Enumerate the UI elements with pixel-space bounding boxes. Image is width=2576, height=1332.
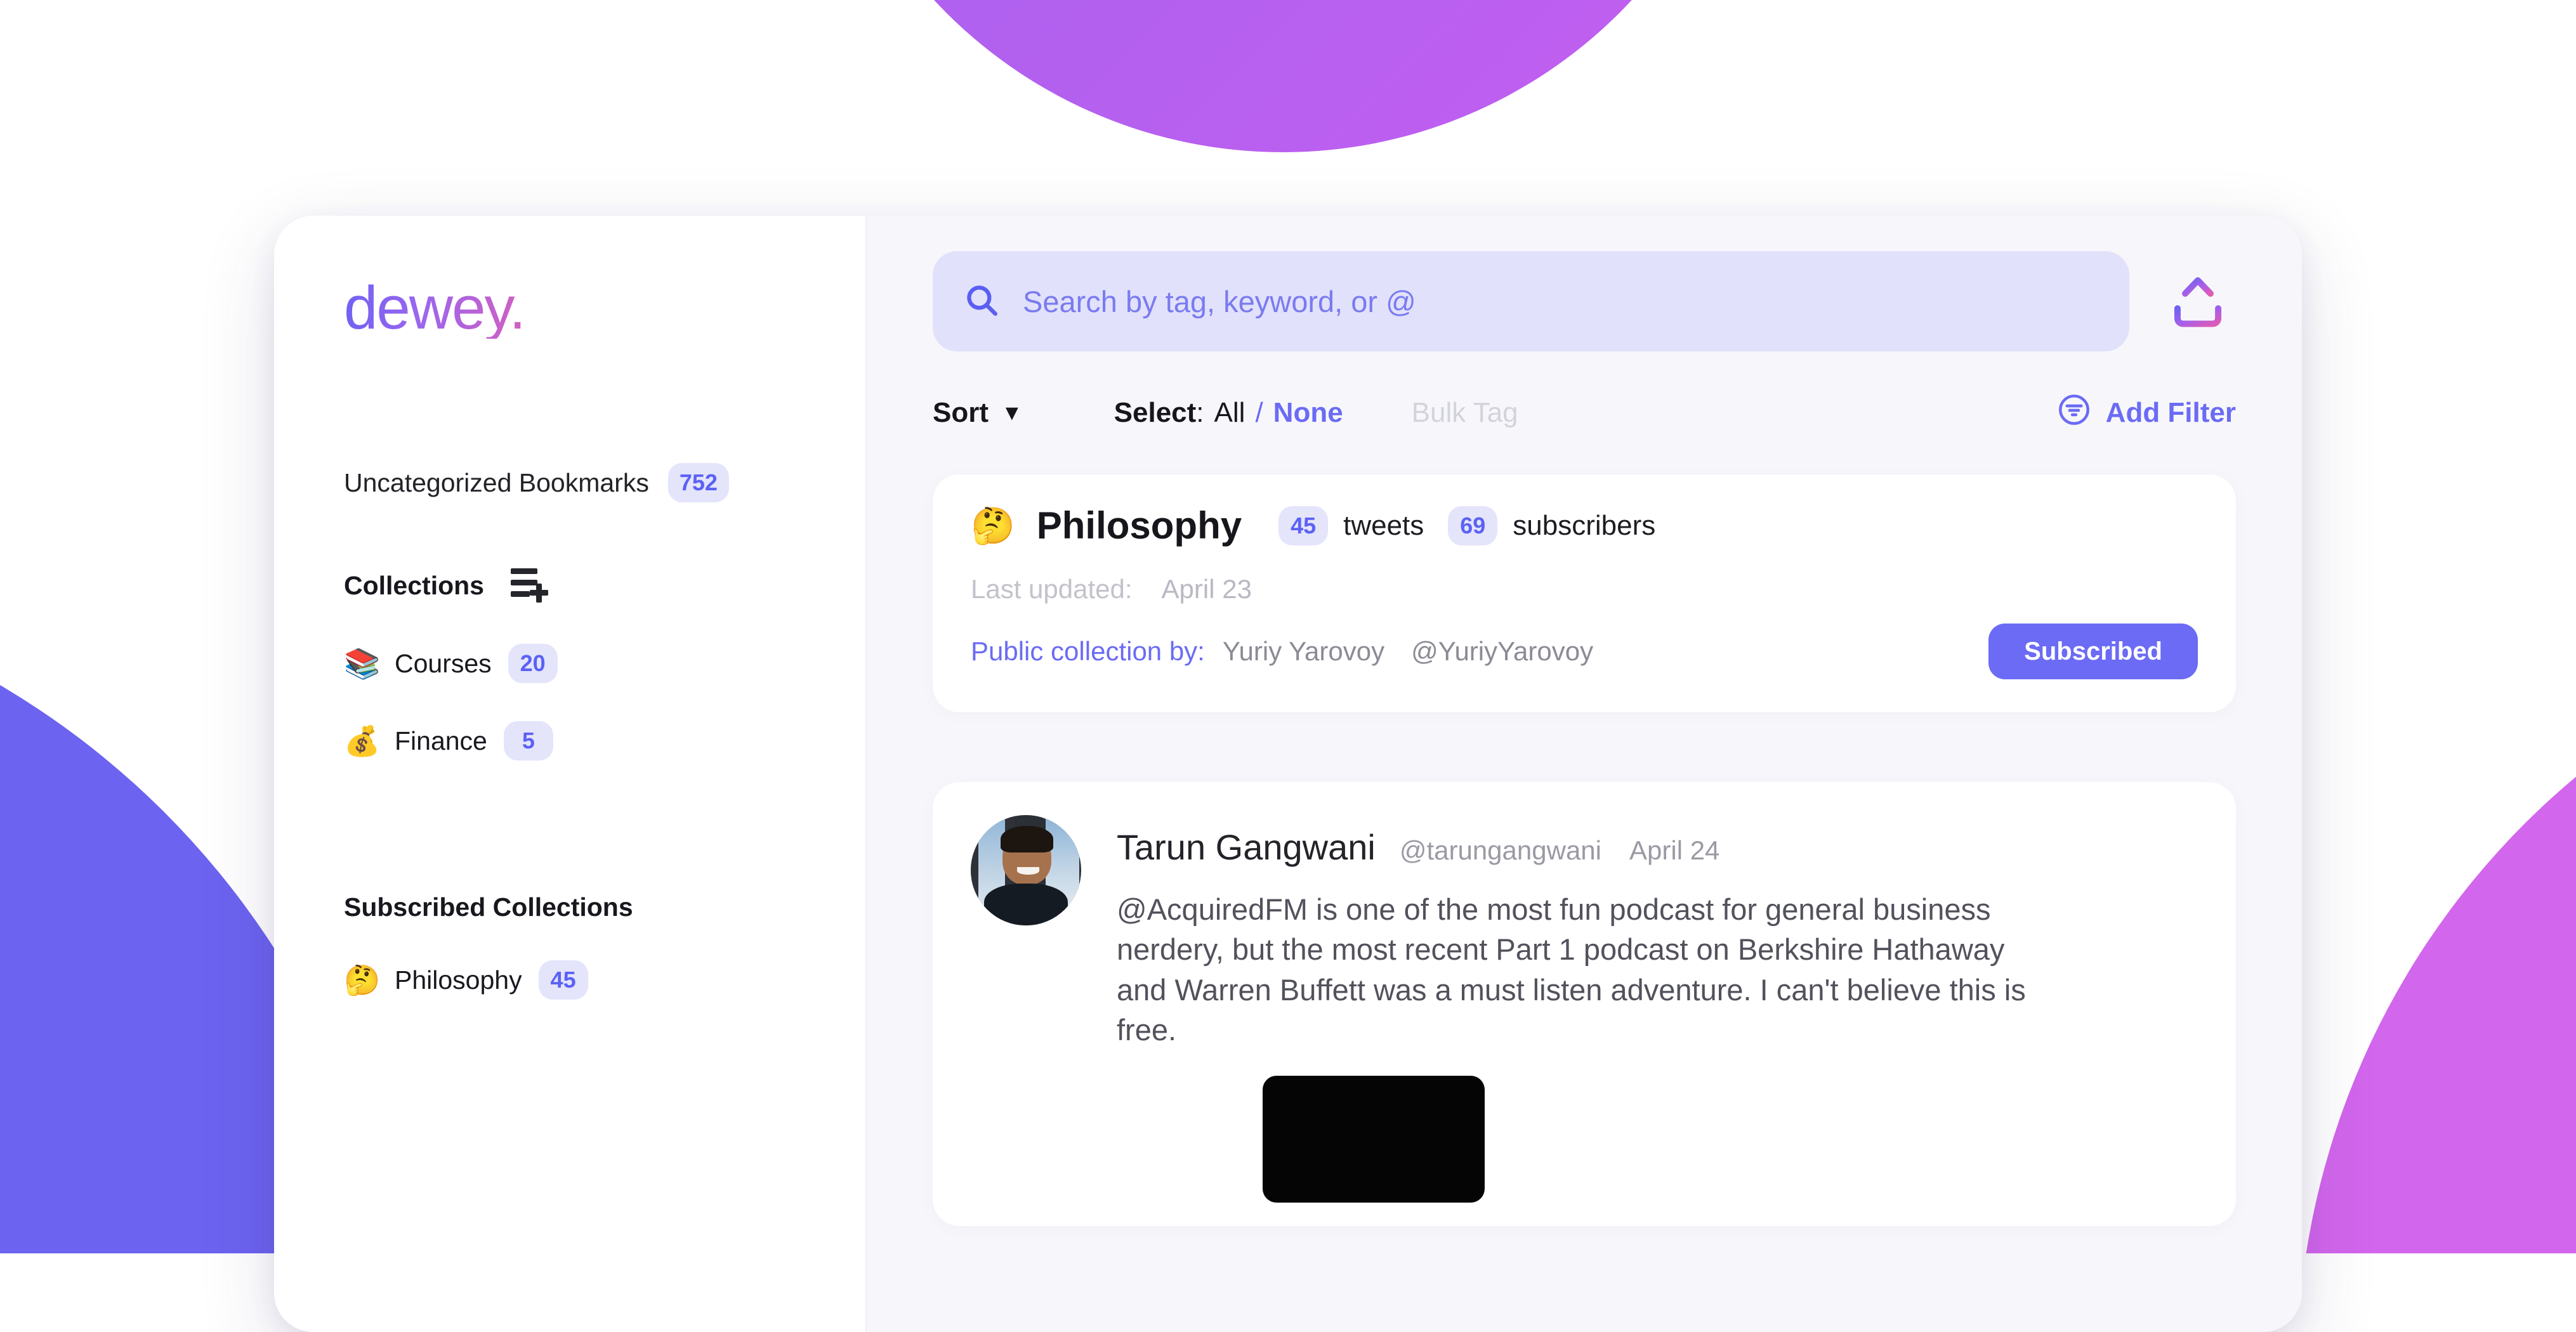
money-bag-emoji: 💰 xyxy=(344,726,378,755)
books-emoji: 📚 xyxy=(344,649,378,678)
tweet-date: April 24 xyxy=(1629,835,1719,866)
list-toolbar: Sort ▼ Select: All / None Bulk Tag xyxy=(933,391,2236,435)
last-updated-label: Last updated: xyxy=(971,574,1133,604)
tweet-text-block: Tarun Gangwani @tarungangwani April 24 @… xyxy=(1117,815,2198,1203)
search-input[interactable]: Search by tag, keyword, or @ xyxy=(933,251,2129,351)
tweet-header: Tarun Gangwani @tarungangwani April 24 @… xyxy=(971,815,2198,1203)
search-placeholder-text: Search by tag, keyword, or @ xyxy=(1023,284,1416,319)
filter-icon xyxy=(2056,392,2092,434)
subscribers-count: 69 xyxy=(1448,506,1497,545)
sidebar-item-courses-count: 20 xyxy=(508,644,558,683)
app-logo[interactable]: dewey. xyxy=(344,278,525,339)
select-colon: : xyxy=(1196,397,1204,429)
tweet-author-row: Tarun Gangwani @tarungangwani April 24 xyxy=(1117,826,2198,868)
tweets-label: tweets xyxy=(1343,510,1424,542)
sort-label: Sort xyxy=(933,397,989,429)
sidebar-item-courses[interactable]: 📚 Courses 20 xyxy=(344,644,867,683)
thinking-face-emoji: 🤔 xyxy=(971,508,1015,544)
subscribers-label: subscribers xyxy=(1513,510,1655,542)
select-control: Select: All / None xyxy=(1114,397,1343,429)
subscribed-button[interactable]: Subscribed xyxy=(1988,624,2198,679)
main-content: Search by tag, keyword, or @ xyxy=(867,216,2302,1332)
tweet-card[interactable]: Tarun Gangwani @tarungangwani April 24 @… xyxy=(933,782,2236,1226)
tweet-body-text: @AcquiredFM is one of the most fun podca… xyxy=(1117,889,2062,1050)
search-icon xyxy=(963,282,1000,322)
sidebar: dewey. Uncategorized Bookmarks 752 Colle… xyxy=(274,216,867,1332)
owner-name[interactable]: Yuriy Yarovoy xyxy=(1223,636,1384,667)
tweets-count: 45 xyxy=(1278,506,1328,545)
collections-title: Collections xyxy=(344,571,484,601)
chevron-down-icon: ▼ xyxy=(1001,401,1023,426)
uncategorized-bookmarks-label: Uncategorized Bookmarks xyxy=(344,468,649,498)
subscribers-stat: 69 subscribers xyxy=(1448,506,1655,545)
sort-button[interactable]: Sort ▼ xyxy=(933,397,1023,429)
subscribed-collections-section-header: Subscribed Collections xyxy=(344,892,867,922)
app-window: dewey. Uncategorized Bookmarks 752 Colle… xyxy=(274,216,2302,1332)
collection-owner-row: Public collection by: Yuriy Yarovoy @Yur… xyxy=(971,624,2198,679)
add-filter-label: Add Filter xyxy=(2106,397,2236,429)
search-row: Search by tag, keyword, or @ xyxy=(933,251,2236,351)
sidebar-item-finance-count: 5 xyxy=(504,721,553,761)
collection-title: Philosophy xyxy=(1037,504,1242,547)
purple-dome-decoration xyxy=(807,0,1759,152)
owner-handle[interactable]: @YuriyYarovoy xyxy=(1411,636,1593,667)
select-none-button[interactable]: None xyxy=(1273,397,1343,429)
tweets-stat: 45 tweets xyxy=(1278,506,1424,545)
avatar xyxy=(971,815,1081,925)
upload-icon[interactable] xyxy=(2160,263,2236,339)
tweet-author-handle[interactable]: @tarungangwani xyxy=(1400,835,1601,866)
select-label: Select xyxy=(1114,397,1197,429)
collections-section-header: Collections xyxy=(344,566,867,606)
tweet-author-name[interactable]: Tarun Gangwani xyxy=(1117,826,1376,868)
last-updated-row: Last updated: April 23 xyxy=(971,574,2198,604)
video-embed[interactable] xyxy=(1263,1076,1485,1203)
sidebar-item-philosophy[interactable]: 🤔 Philosophy 45 xyxy=(344,960,867,1000)
sidebar-item-finance[interactable]: 💰 Finance 5 xyxy=(344,721,867,761)
sidebar-item-finance-label: Finance xyxy=(395,726,487,756)
add-filter-button[interactable]: Add Filter xyxy=(2056,392,2236,434)
sidebar-item-philosophy-count: 45 xyxy=(539,960,588,1000)
collection-card[interactable]: 🤔 Philosophy 45 tweets 69 subscribers La… xyxy=(933,474,2236,712)
add-list-icon[interactable] xyxy=(509,566,549,606)
public-collection-by-label: Public collection by: xyxy=(971,636,1205,667)
select-separator: / xyxy=(1255,397,1263,429)
magenta-circle-decoration xyxy=(2297,596,2576,1253)
last-updated-value: April 23 xyxy=(1162,574,1252,604)
uncategorized-bookmarks-count: 752 xyxy=(668,463,729,502)
bulk-tag-button[interactable]: Bulk Tag xyxy=(1412,397,1518,429)
sidebar-item-philosophy-label: Philosophy xyxy=(395,965,522,995)
thinking-face-emoji: 🤔 xyxy=(344,965,378,995)
subscribed-collections-title: Subscribed Collections xyxy=(344,892,633,922)
select-all-button[interactable]: All xyxy=(1214,397,1245,429)
sidebar-item-uncategorized-bookmarks[interactable]: Uncategorized Bookmarks 752 xyxy=(344,463,867,502)
collection-title-row: 🤔 Philosophy 45 tweets 69 subscribers xyxy=(971,504,2198,547)
sidebar-item-courses-label: Courses xyxy=(395,649,492,679)
